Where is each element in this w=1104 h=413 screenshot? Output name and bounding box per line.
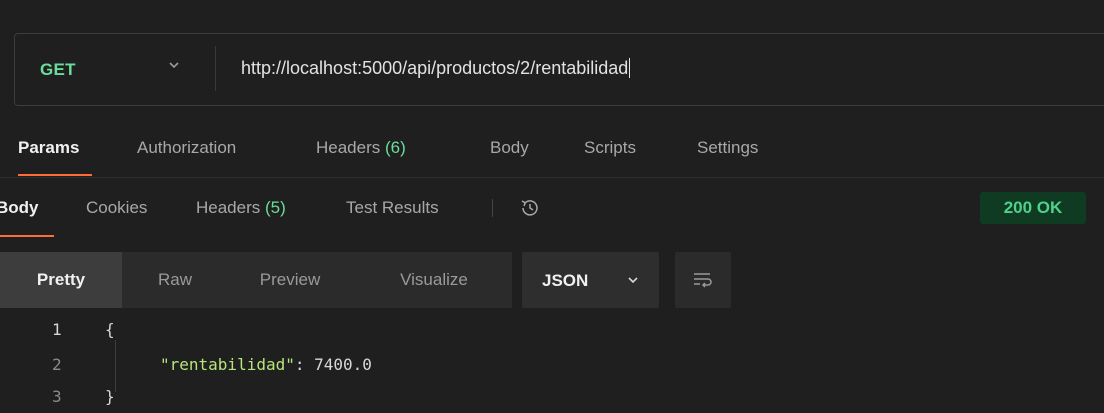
request-tabs: Params Authorization Headers (6) Body Sc… [0,130,1104,178]
indent-guide [115,340,116,392]
text-cursor [629,58,631,78]
chevron-down-icon[interactable] [165,56,183,74]
active-tab-indicator [18,174,92,176]
tab-response-body[interactable]: Body [0,198,39,218]
tab-response-headers-label: Headers [196,198,261,217]
response-body-code[interactable]: 1 { 2 "rentabilidad": 7400.0 3 } [0,316,1104,413]
tab-headers-label: Headers [316,138,381,157]
response-tabs: Body Cookies Headers (5) Test Results 20… [0,180,1104,238]
line-number: 3 [52,387,62,406]
status-badge: 200 OK [980,192,1086,224]
line-number: 2 [52,355,62,374]
url-value: http://localhost:5000/api/productos/2/re… [241,58,629,78]
active-tab-indicator [0,235,54,237]
tab-raw[interactable]: Raw [140,252,210,308]
tab-preview[interactable]: Preview [240,252,340,308]
tab-pretty[interactable]: Pretty [0,252,122,308]
tab-headers-count: (6) [385,138,406,157]
code-line: 3 } [0,387,1104,413]
tab-visualize[interactable]: Visualize [378,252,490,308]
url-bar: GET http://localhost:5000/api/productos/… [14,33,1104,106]
tab-cookies[interactable]: Cookies [86,198,147,218]
format-tabs: Pretty Raw Preview Visualize [0,252,512,308]
json-brace: { [105,320,115,339]
line-number: 1 [52,320,62,339]
tab-params[interactable]: Params [18,138,79,158]
tab-scripts[interactable]: Scripts [584,138,636,158]
url-input[interactable]: http://localhost:5000/api/productos/2/re… [241,58,631,79]
json-key: "rentabilidad" [160,355,295,374]
json-brace: } [105,387,115,406]
tab-response-headers-count: (5) [265,198,286,217]
language-select[interactable]: JSON [522,252,659,308]
chevron-down-icon [628,277,638,284]
json-colon: : [294,355,315,374]
tab-settings[interactable]: Settings [697,138,758,158]
divider [215,46,216,91]
tab-headers[interactable]: Headers (6) [316,138,406,158]
tab-test-results[interactable]: Test Results [346,198,439,218]
json-value: 7400.0 [314,355,372,374]
language-value: JSON [542,271,589,290]
wrap-lines-icon [694,273,712,288]
code-line: 1 { [0,320,1104,350]
code-line: 2 "rentabilidad": 7400.0 [0,355,1104,385]
history-icon[interactable] [517,195,543,221]
tab-authorization[interactable]: Authorization [137,138,236,158]
postman-request-view: GET http://localhost:5000/api/productos/… [0,0,1104,413]
divider [492,199,493,217]
tab-response-headers[interactable]: Headers (5) [196,198,286,218]
wrap-lines-button[interactable] [675,252,731,308]
json-key-line: "rentabilidad": 7400.0 [160,355,372,374]
method-select[interactable]: GET [40,60,76,80]
tab-body[interactable]: Body [490,138,529,158]
